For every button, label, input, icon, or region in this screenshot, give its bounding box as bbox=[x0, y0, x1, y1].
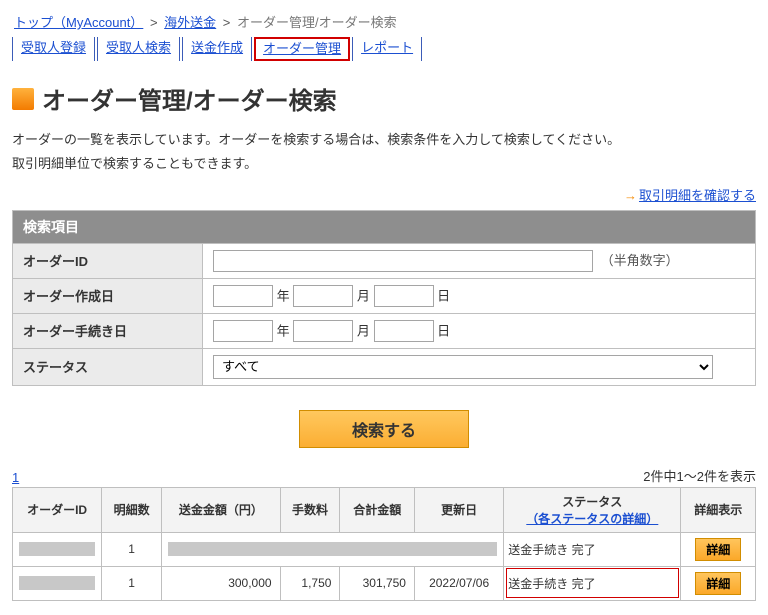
description-line2: 取引明細単位で検索することもできます。 bbox=[12, 152, 756, 175]
col-update: 更新日 bbox=[414, 487, 503, 532]
description: オーダーの一覧を表示しています。オーダーを検索する場合は、検索条件を入力して検索… bbox=[12, 128, 756, 175]
square-icon bbox=[12, 88, 34, 110]
cell-count: 1 bbox=[102, 532, 162, 566]
proc-date-month[interactable] bbox=[293, 320, 353, 342]
confirm-link[interactable]: 取引明細を確認する bbox=[639, 188, 756, 203]
form-header: 検索項目 bbox=[13, 210, 756, 243]
description-line1: オーダーの一覧を表示しています。オーダーを検索する場合は、検索条件を入力して検索… bbox=[12, 128, 756, 151]
cell-total: 301,750 bbox=[340, 566, 415, 600]
create-date-label: オーダー作成日 bbox=[13, 278, 203, 313]
status-select[interactable]: すべて bbox=[213, 355, 713, 379]
breadcrumb-mid[interactable]: 海外送金 bbox=[164, 15, 216, 30]
table-row: 1 300,000 1,750 301,750 2022/07/06 送金手続き… bbox=[13, 566, 756, 600]
cell-status: 送金手続き 完了 bbox=[504, 566, 681, 600]
create-date-row: 年 月 日 bbox=[203, 278, 756, 313]
confirm-link-row: →取引明細を確認する bbox=[12, 185, 756, 204]
cell-update: 2022/07/06 bbox=[414, 566, 503, 600]
proc-date-row: 年 月 日 bbox=[203, 313, 756, 348]
col-status: ステータス （各ステータスの詳細） bbox=[504, 487, 681, 532]
cell-amount: 300,000 bbox=[162, 566, 281, 600]
detail-button[interactable]: 詳細 bbox=[695, 538, 741, 561]
cell-count: 1 bbox=[102, 566, 162, 600]
proc-date-year[interactable] bbox=[213, 320, 273, 342]
col-total: 合計金額 bbox=[340, 487, 415, 532]
page-title-text: オーダー管理/オーダー検索 bbox=[42, 81, 337, 116]
proc-date-day[interactable] bbox=[374, 320, 434, 342]
tab-report[interactable]: レポート bbox=[352, 37, 422, 61]
table-row: 1 送金手続き 完了 詳細 bbox=[13, 532, 756, 566]
order-id-label: オーダーID bbox=[13, 243, 203, 278]
col-fee: 手数料 bbox=[280, 487, 340, 532]
cell-amount bbox=[168, 542, 497, 556]
tab-register[interactable]: 受取人登録 bbox=[12, 37, 95, 61]
cell-order-id bbox=[19, 542, 95, 556]
create-date-month[interactable] bbox=[293, 285, 353, 307]
page-title: オーダー管理/オーダー検索 bbox=[12, 81, 756, 116]
breadcrumb: トップ（MyAccount） > 海外送金 > オーダー管理/オーダー検索 bbox=[12, 10, 756, 37]
create-date-year[interactable] bbox=[213, 285, 273, 307]
status-label: ステータス bbox=[13, 348, 203, 385]
col-amount: 送金金額（円） bbox=[162, 487, 281, 532]
breadcrumb-top[interactable]: トップ（MyAccount） bbox=[14, 15, 143, 30]
order-id-input[interactable] bbox=[213, 250, 593, 272]
result-summary: 2件中1～2件を表示 bbox=[643, 466, 756, 485]
page-1-link[interactable]: 1 bbox=[12, 470, 19, 485]
tab-create[interactable]: 送金作成 bbox=[182, 37, 252, 61]
order-id-hint: （半角数字） bbox=[601, 253, 679, 268]
cell-status: 送金手続き 完了 bbox=[504, 532, 681, 566]
create-date-day[interactable] bbox=[374, 285, 434, 307]
status-help-link[interactable]: （各ステータスの詳細） bbox=[526, 512, 658, 526]
tab-bar: 受取人登録 受取人検索 送金作成 オーダー管理 レポート bbox=[12, 37, 756, 61]
proc-date-label: オーダー手続き日 bbox=[13, 313, 203, 348]
arrow-icon: → bbox=[624, 188, 637, 203]
detail-button[interactable]: 詳細 bbox=[695, 572, 741, 595]
col-count: 明細数 bbox=[102, 487, 162, 532]
col-order-id: オーダーID bbox=[13, 487, 102, 532]
cell-order-id bbox=[19, 576, 95, 590]
tab-manage[interactable]: オーダー管理 bbox=[254, 37, 350, 61]
tab-search[interactable]: 受取人検索 bbox=[97, 37, 180, 61]
breadcrumb-current: オーダー管理/オーダー検索 bbox=[237, 15, 397, 30]
pager: 1 bbox=[12, 470, 19, 485]
col-detail: 詳細表示 bbox=[681, 487, 756, 532]
cell-fee: 1,750 bbox=[280, 566, 340, 600]
search-form: 検索項目 オーダーID （半角数字） オーダー作成日 年 月 日 オーダー手続き… bbox=[12, 210, 756, 386]
search-button[interactable]: 検索する bbox=[299, 410, 469, 448]
